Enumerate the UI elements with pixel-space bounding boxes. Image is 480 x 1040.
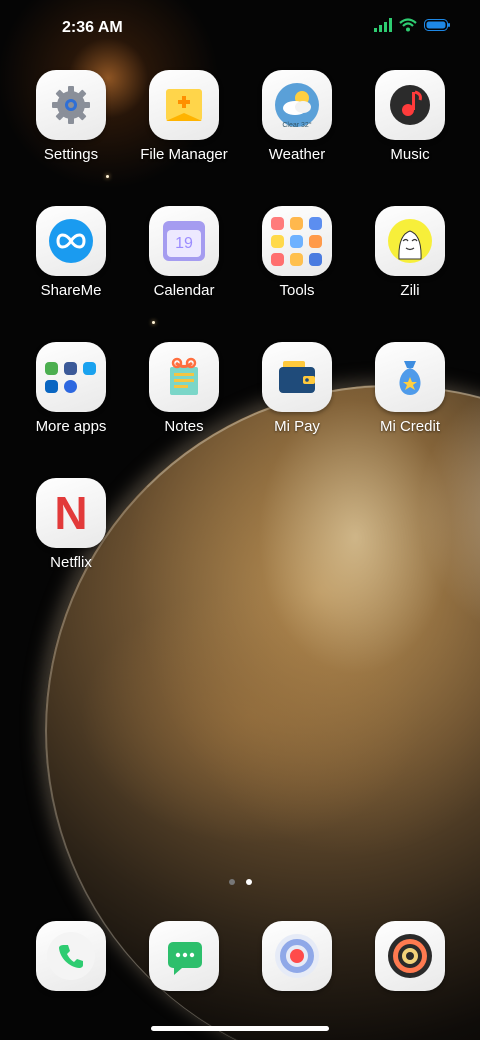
app-mi-credit[interactable]: Mi Credit <box>355 342 465 467</box>
app-shareme[interactable]: ShareMe <box>16 206 126 331</box>
calc-mini-icon <box>290 234 303 248</box>
photo-mini-icon <box>45 361 58 375</box>
messages-icon <box>168 942 202 975</box>
phone-icon <box>47 932 95 980</box>
weather-app-icon: Clear 32° <box>262 70 332 140</box>
app-netflix[interactable]: N Netflix <box>16 478 126 603</box>
netflix-app-icon: N <box>36 478 106 548</box>
gear-icon <box>52 86 90 124</box>
compass-mini-icon <box>309 252 322 266</box>
money-bag-icon <box>399 361 421 395</box>
dock-camera[interactable] <box>375 921 445 991</box>
app-settings[interactable]: Settings <box>16 70 126 195</box>
more-apps-folder-icon <box>36 342 106 412</box>
app-label: Netflix <box>50 554 92 571</box>
battery-icon <box>424 19 450 31</box>
file-manager-app-icon <box>149 70 219 140</box>
app-label: More apps <box>35 418 107 435</box>
more-apps-grid-icon <box>45 361 97 393</box>
shareme-app-icon <box>36 206 106 276</box>
app-label: File Manager <box>140 146 228 163</box>
infinity-icon <box>49 219 93 263</box>
page-dot-2-active[interactable] <box>246 879 252 885</box>
contacts-mini-icon <box>271 216 284 230</box>
linkedin-mini-icon <box>45 379 58 393</box>
app-label: Mi Pay <box>274 418 320 435</box>
dock-browser[interactable] <box>262 921 332 991</box>
page-indicator <box>229 879 252 885</box>
more-mini-icon <box>64 379 77 393</box>
app-label: Calendar <box>153 282 215 299</box>
facebook-mini-icon <box>64 361 77 375</box>
cleaner-mini-icon <box>290 252 303 266</box>
app-label: ShareMe <box>40 282 102 299</box>
home-indicator[interactable] <box>151 1026 329 1031</box>
app-label: Mi Credit <box>379 418 440 435</box>
mi-credit-app-icon <box>375 342 445 412</box>
app-calendar[interactable]: 19 Calendar <box>129 206 239 331</box>
tools-grid-icon <box>271 216 323 266</box>
status-bar: 2:36 AM <box>0 0 480 56</box>
dock-phone[interactable] <box>36 921 106 991</box>
settings-app-icon <box>36 70 106 140</box>
recorder-mini-icon <box>309 234 322 248</box>
app-label: Music <box>390 146 430 163</box>
notes-mini-icon <box>271 234 284 248</box>
app-mi-pay[interactable]: Mi Pay <box>242 342 352 467</box>
netflix-logo-icon: N <box>54 487 88 539</box>
page-dot-1[interactable] <box>229 879 235 885</box>
app-label: Settings <box>43 146 99 163</box>
empty-slot <box>83 380 96 393</box>
wifi-icon <box>399 18 417 32</box>
timer-mini-icon <box>309 216 322 230</box>
calendar-day: 19 <box>167 230 201 257</box>
zili-app-icon <box>375 206 445 276</box>
signal-icon <box>374 18 392 32</box>
weather-icon-text: Clear 32° <box>282 122 312 129</box>
music-note-icon <box>390 85 430 125</box>
notepad-icon <box>170 357 198 395</box>
dock-messages[interactable] <box>149 921 219 991</box>
globe-mini-icon <box>83 361 96 375</box>
app-tools[interactable]: Tools <box>242 206 352 331</box>
status-icons <box>374 18 450 32</box>
music-app-icon <box>375 70 445 140</box>
folder-icon <box>166 89 202 121</box>
app-file-manager[interactable]: File Manager <box>129 70 239 195</box>
app-weather[interactable]: Clear 32° Weather <box>242 70 352 195</box>
app-label: Tools <box>279 282 315 299</box>
zili-face-icon <box>388 219 432 263</box>
app-more-apps[interactable]: More apps <box>16 342 126 467</box>
calendar-app-icon: 19 <box>149 206 219 276</box>
app-music[interactable]: Music <box>355 70 465 195</box>
mi-pay-app-icon <box>262 342 332 412</box>
clock-mini-icon <box>290 216 303 230</box>
status-time: 2:36 AM <box>62 19 123 36</box>
app-zili[interactable]: Zili <box>355 206 465 331</box>
calendar-icon: 19 <box>163 221 205 261</box>
tools-folder-icon <box>262 206 332 276</box>
browser-icon <box>275 934 319 978</box>
camera-icon <box>388 934 432 978</box>
app-notes[interactable]: Notes <box>129 342 239 467</box>
wallet-icon <box>279 361 315 393</box>
app-label: Notes <box>164 418 204 435</box>
notes-app-icon <box>149 342 219 412</box>
app-label: Zili <box>400 282 420 299</box>
app-label: Weather <box>268 146 326 163</box>
scanner-mini-icon <box>271 252 284 266</box>
